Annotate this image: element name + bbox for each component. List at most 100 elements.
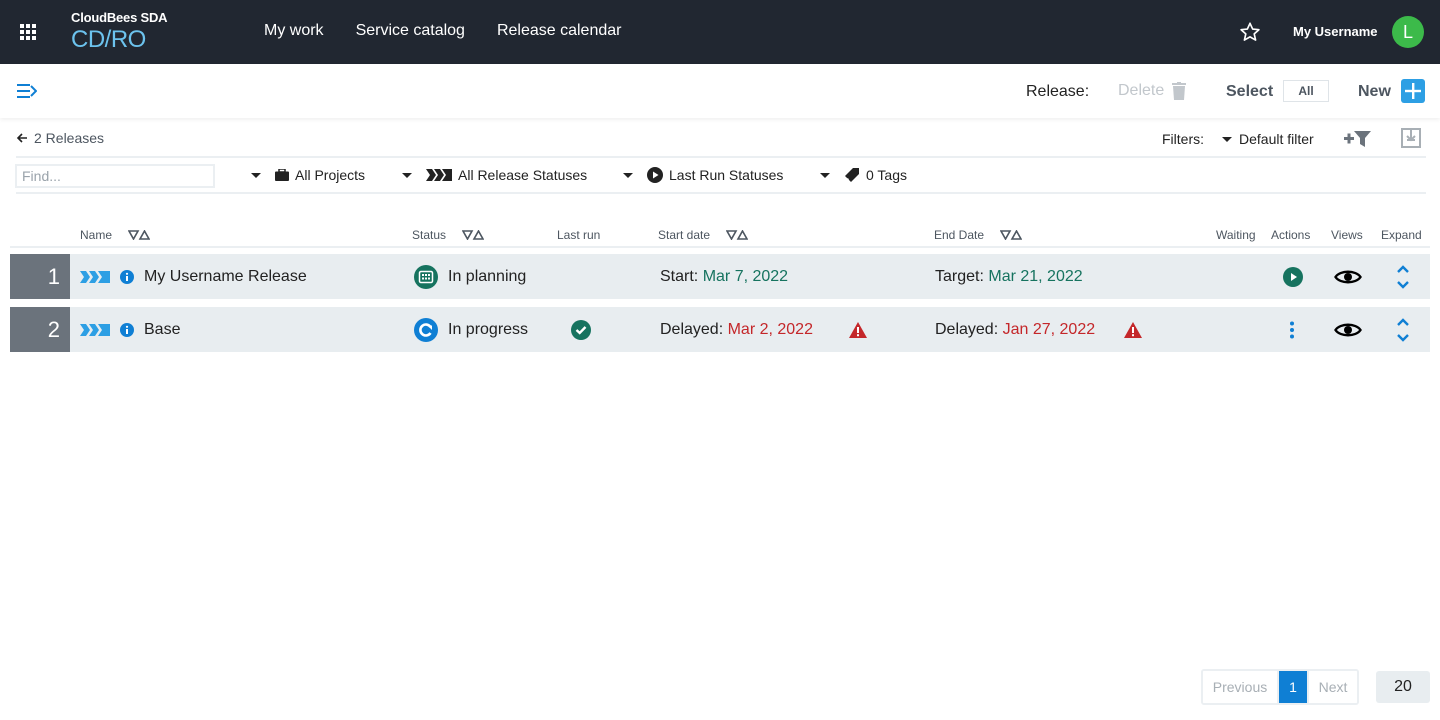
check-circle-icon[interactable] <box>571 319 591 340</box>
page-size-select[interactable]: 20 <box>1376 671 1430 703</box>
end-date-value: Jan 27, 2022 <box>1002 320 1096 338</box>
column-waiting: Waiting <box>1216 228 1256 242</box>
sort-icon[interactable] <box>1000 230 1023 240</box>
status-cell: In progress <box>414 307 528 352</box>
column-start-date-label: Start date <box>658 228 711 242</box>
info-icon[interactable] <box>120 322 134 337</box>
caret-down-icon <box>1222 136 1232 142</box>
expand-collapse-icon[interactable] <box>1396 317 1410 343</box>
release-label: Release: <box>1026 83 1090 100</box>
avatar[interactable]: L <box>1392 16 1424 48</box>
caret-down-icon <box>402 172 412 178</box>
new-release-button[interactable] <box>1401 79 1425 103</box>
nav-service-catalog[interactable]: Service catalog <box>356 22 465 40</box>
column-last-run-label: Last run <box>557 228 601 242</box>
arrow-left-icon <box>16 133 27 143</box>
eye-icon[interactable] <box>1334 269 1362 285</box>
column-end-date: End Date <box>934 228 1023 242</box>
brand-product: CD/RO <box>71 26 146 53</box>
caret-down-icon <box>251 172 261 178</box>
last-run-status-filter-label: Last Run Statuses <box>669 167 784 183</box>
expand-cell <box>1396 254 1410 299</box>
table-header: Name Status Last run Start date End Date… <box>0 228 1440 242</box>
add-filter-icon[interactable] <box>1344 128 1372 150</box>
column-expand: Expand <box>1381 228 1422 242</box>
tags-filter-dropdown[interactable]: 0 Tags <box>820 167 907 183</box>
table-row[interactable]: 1 My Username Release In planning Start:… <box>10 254 1430 299</box>
tag-icon <box>844 167 860 183</box>
sort-icon[interactable] <box>726 230 749 240</box>
column-last-run: Last run <box>557 228 600 242</box>
views-cell <box>1334 307 1362 352</box>
pipeline-stages-icon <box>426 169 452 181</box>
save-filter-icon[interactable] <box>1401 128 1421 148</box>
projects-filter-dropdown[interactable]: All Projects <box>251 167 365 183</box>
refresh-icon <box>414 317 438 342</box>
previous-page-button[interactable]: Previous <box>1203 671 1279 703</box>
row-number: 2 <box>10 307 70 352</box>
brand-company: CloudBees SDA <box>71 10 168 25</box>
end-date-value: Mar 21, 2022 <box>988 267 1083 285</box>
status-label: In progress <box>448 320 529 338</box>
sort-icon[interactable] <box>462 230 485 240</box>
eye-icon[interactable] <box>1334 322 1362 338</box>
actions-cell <box>1289 307 1295 352</box>
nav-my-work[interactable]: My work <box>264 22 324 40</box>
app-switcher-icon[interactable] <box>20 24 36 40</box>
start-date-warning <box>848 307 868 352</box>
username-label[interactable]: My Username <box>1293 24 1378 39</box>
warning-icon <box>1124 321 1142 338</box>
sidebar-toggle-icon[interactable] <box>17 83 37 99</box>
tags-filter-label: 0 Tags <box>866 167 907 183</box>
last-run-cell <box>571 307 591 352</box>
release-name-link[interactable]: My Username Release <box>144 268 307 286</box>
release-name-cell: My Username Release <box>80 254 307 299</box>
plus-icon <box>1405 83 1421 99</box>
end-date-prefix: Delayed: <box>935 320 1003 338</box>
projects-filter-label: All Projects <box>295 167 366 183</box>
main-nav: My work Service catalog Release calendar <box>264 22 621 40</box>
table-row[interactable]: 2 Base In progress Delayed: Mar 2, 2022 … <box>10 307 1430 352</box>
divider <box>16 156 1426 158</box>
start-date-value: Mar 7, 2022 <box>702 267 789 285</box>
back-link[interactable]: 2 Releases <box>16 130 104 146</box>
last-run-status-filter-dropdown[interactable]: Last Run Statuses <box>623 167 783 183</box>
star-icon[interactable] <box>1239 21 1261 43</box>
release-status-filter-dropdown[interactable]: All Release Statuses <box>402 167 587 183</box>
status-label: In planning <box>448 267 527 285</box>
column-status: Status <box>412 228 485 242</box>
expand-collapse-icon[interactable] <box>1396 264 1410 290</box>
caret-down-icon <box>623 172 633 178</box>
play-icon[interactable] <box>1283 266 1303 287</box>
column-name: Name <box>80 228 151 242</box>
column-views-label: Views <box>1331 228 1363 242</box>
column-waiting-label: Waiting <box>1216 228 1256 242</box>
start-date-cell: Start: Mar 7, 2022 <box>660 254 788 299</box>
select-all-button[interactable]: All <box>1283 80 1329 102</box>
end-date-warning <box>1123 307 1143 352</box>
sort-icon[interactable] <box>128 230 151 240</box>
releases-count: 2 Releases <box>34 130 105 146</box>
trash-icon <box>1172 82 1187 100</box>
filters-label: Filters: <box>1162 131 1204 147</box>
new-label[interactable]: New <box>1358 83 1391 101</box>
end-date-cell: Target: Mar 21, 2022 <box>935 254 1083 299</box>
views-cell <box>1334 254 1362 299</box>
next-page-button[interactable]: Next <box>1307 671 1357 703</box>
end-date-prefix: Target: <box>935 267 989 285</box>
nav-release-calendar[interactable]: Release calendar <box>497 22 622 40</box>
brand-logo[interactable]: CloudBees SDA CD/RO <box>71 10 168 54</box>
caret-down-icon <box>820 172 830 178</box>
start-date-prefix: Start: <box>660 267 703 285</box>
divider <box>16 192 1426 194</box>
find-input[interactable] <box>15 164 215 188</box>
top-navigation-bar: CloudBees SDA CD/RO My work Service cata… <box>0 0 1440 64</box>
play-circle-icon <box>647 167 663 183</box>
release-name-link[interactable]: Base <box>144 321 180 339</box>
delete-button[interactable]: Delete <box>1118 82 1187 100</box>
info-icon[interactable] <box>120 269 134 284</box>
more-vertical-icon[interactable] <box>1289 321 1295 339</box>
page-1-button[interactable]: 1 <box>1279 671 1307 703</box>
default-filter-dropdown[interactable]: Default filter <box>1222 131 1314 147</box>
release-pipeline-icon <box>80 270 110 283</box>
